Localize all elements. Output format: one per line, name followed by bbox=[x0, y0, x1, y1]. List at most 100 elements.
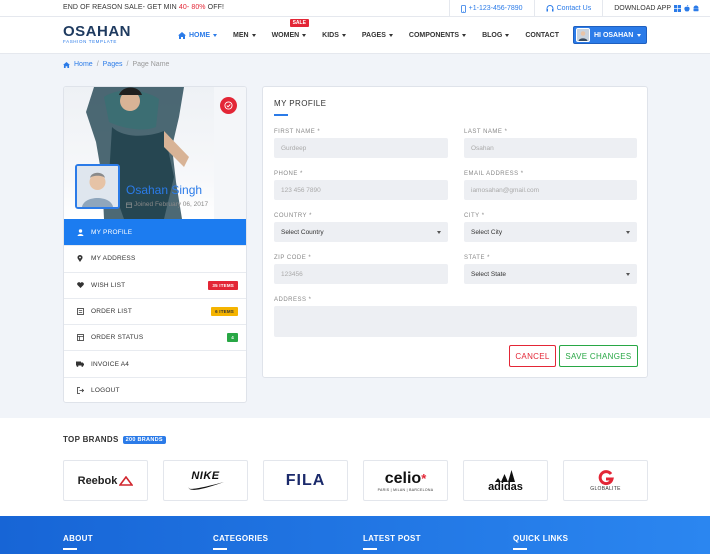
chevron-down-icon bbox=[437, 231, 441, 234]
phone-icon bbox=[460, 4, 466, 13]
breadcrumb: Home / Pages / Page Name bbox=[63, 61, 169, 68]
chevron-down-icon bbox=[341, 34, 346, 37]
heart-icon bbox=[76, 282, 84, 289]
verified-badge-icon bbox=[220, 97, 237, 114]
promo-discount: 40- 80% bbox=[178, 4, 206, 11]
nav-item-men[interactable]: MEN bbox=[225, 17, 264, 54]
brand-globalite[interactable]: GLOBALITE bbox=[563, 460, 648, 501]
calendar-icon bbox=[126, 202, 132, 208]
form-title: MY PROFILE bbox=[274, 99, 327, 108]
brands-count-badge: 200 BRANDS bbox=[122, 435, 166, 444]
cancel-button[interactable]: CANCEL bbox=[509, 345, 556, 367]
sale-badge: SALE bbox=[289, 19, 309, 27]
brands-title: TOP BRANDS 200 BRANDS bbox=[63, 435, 166, 444]
footer-heading-categories: CATEGORIES bbox=[213, 534, 269, 543]
sidebar-item-order-list[interactable]: ORDER LIST 6 ITEMS bbox=[64, 297, 246, 324]
breadcrumb-current: Page Name bbox=[132, 61, 170, 68]
nav-item-kids[interactable]: KIDS bbox=[314, 17, 354, 54]
nav-item-pages[interactable]: PAGES bbox=[354, 17, 401, 54]
chevron-down-icon bbox=[213, 34, 217, 37]
reebok-delta-icon bbox=[119, 475, 134, 486]
phone-link[interactable]: +1-123-456-7890 bbox=[448, 0, 534, 17]
sidebar-item-invoice[interactable]: INVOICE A4 bbox=[64, 350, 246, 376]
sidebar-item-logout[interactable]: LOGOUT bbox=[64, 376, 246, 402]
profile-sidebar: Osahan Singh Joined February 06, 2017 MY… bbox=[63, 86, 247, 403]
status-count-badge: 4 bbox=[227, 333, 238, 343]
brand-nike[interactable]: NIKE bbox=[163, 460, 248, 501]
address-textarea[interactable] bbox=[274, 306, 637, 337]
brand-logo[interactable]: OSAHAN FASHION TEMPLATE bbox=[63, 24, 131, 44]
download-app: DOWNLOAD APP bbox=[602, 0, 710, 17]
apple-icon[interactable] bbox=[684, 5, 690, 12]
city-select[interactable]: Select City bbox=[464, 222, 637, 242]
logout-icon bbox=[76, 387, 84, 394]
nav-item-contact[interactable]: CONTACT bbox=[517, 17, 567, 54]
chevron-down-icon bbox=[388, 34, 393, 37]
chevron-down-icon bbox=[505, 34, 510, 37]
footer: ABOUT CATEGORIES LATEST POST QUICK LINKS bbox=[0, 516, 710, 554]
profile-name: Osahan Singh bbox=[126, 183, 203, 197]
first-name-label: FIRST NAME * bbox=[274, 129, 321, 135]
avatar bbox=[576, 28, 590, 42]
phone-label: PHONE * bbox=[274, 171, 303, 177]
profile-picture[interactable] bbox=[75, 164, 120, 209]
sidebar-item-order-status[interactable]: ORDER STATUS 4 bbox=[64, 324, 246, 350]
windows-icon[interactable] bbox=[674, 5, 681, 12]
nav-item-women[interactable]: SALE WOMEN bbox=[264, 17, 315, 54]
chevron-down-icon bbox=[626, 273, 630, 276]
city-label: CITY * bbox=[464, 213, 485, 219]
top-brands-section: TOP BRANDS 200 BRANDS Reebok NIKE FILA c… bbox=[0, 418, 710, 516]
sidebar-item-my-profile[interactable]: MY PROFILE bbox=[64, 219, 246, 246]
promo-text: END OF REASON SALE- GET MIN 40- 80% OFF! bbox=[63, 4, 225, 11]
list-icon bbox=[76, 308, 84, 315]
chevron-down-icon bbox=[462, 34, 467, 37]
last-name-field[interactable]: Osahan bbox=[464, 138, 637, 158]
profile-joined-date: Joined February 06, 2017 bbox=[126, 201, 208, 208]
breadcrumb-pages[interactable]: Pages bbox=[103, 61, 123, 68]
country-select[interactable]: Select Country bbox=[274, 222, 448, 242]
footer-heading-quick-links: QUICK LINKS bbox=[513, 534, 569, 543]
nav-item-blog[interactable]: BLOG bbox=[474, 17, 517, 54]
state-label: STATE * bbox=[464, 255, 490, 261]
nike-swoosh-icon bbox=[187, 481, 224, 490]
breadcrumb-home[interactable]: Home bbox=[74, 61, 93, 68]
email-field[interactable]: iamosahan@gmail.com bbox=[464, 180, 637, 200]
country-label: COUNTRY * bbox=[274, 213, 312, 219]
title-underline bbox=[274, 114, 288, 116]
account-menu: MY PROFILE MY ADDRESS WISH LIST 35 ITEMS… bbox=[64, 219, 246, 402]
nav-item-home[interactable]: HOME bbox=[170, 17, 225, 54]
zip-label: ZIP CODE * bbox=[274, 255, 312, 261]
status-icon bbox=[76, 334, 84, 342]
brand-fila[interactable]: FILA bbox=[263, 460, 348, 501]
headset-icon bbox=[546, 5, 554, 12]
sidebar-item-my-address[interactable]: MY ADDRESS bbox=[64, 245, 246, 271]
first-name-field[interactable]: Gurdeep bbox=[274, 138, 448, 158]
brand-reebok[interactable]: Reebok bbox=[63, 460, 148, 501]
state-select[interactable]: Select State bbox=[464, 264, 637, 284]
last-name-label: LAST NAME * bbox=[464, 129, 508, 135]
phone-field[interactable]: 123 456 7890 bbox=[274, 180, 448, 200]
save-changes-button[interactable]: SAVE CHANGES bbox=[559, 345, 638, 367]
contact-link[interactable]: Contact Us bbox=[533, 0, 603, 17]
nav-menu: HOME MEN SALE WOMEN KIDS PAGES COMPONENT… bbox=[170, 17, 567, 54]
home-icon bbox=[63, 61, 70, 68]
user-menu-button[interactable]: HI OSAHAN bbox=[573, 26, 647, 44]
zip-field[interactable]: 123456 bbox=[274, 264, 448, 284]
wishlist-count-badge: 35 ITEMS bbox=[208, 280, 238, 290]
android-icon[interactable] bbox=[693, 5, 699, 12]
home-icon bbox=[178, 32, 186, 39]
chevron-down-icon bbox=[626, 231, 630, 234]
brand-adidas[interactable]: adidas bbox=[463, 460, 548, 501]
chevron-down-icon bbox=[251, 34, 256, 37]
order-count-badge: 6 ITEMS bbox=[211, 306, 238, 316]
email-label: EMAIL ADDRESS * bbox=[464, 171, 524, 177]
truck-icon bbox=[76, 361, 84, 368]
footer-heading-latest-post: LATEST POST bbox=[363, 534, 421, 543]
address-label: ADDRESS * bbox=[274, 297, 312, 303]
sidebar-item-wish-list[interactable]: WISH LIST 35 ITEMS bbox=[64, 271, 246, 298]
globalite-g-icon bbox=[598, 469, 614, 485]
main-navbar: OSAHAN FASHION TEMPLATE HOME MEN SALE WO… bbox=[0, 17, 710, 54]
brand-celio[interactable]: celio* PARIS | MILAN | BARCELONA bbox=[363, 460, 448, 501]
map-pin-icon bbox=[76, 255, 84, 263]
nav-item-components[interactable]: COMPONENTS bbox=[401, 17, 474, 54]
